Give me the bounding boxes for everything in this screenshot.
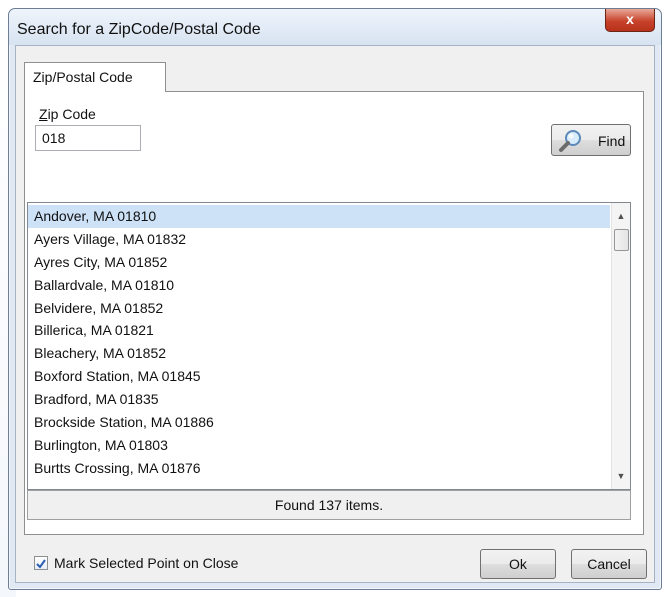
vertical-scrollbar[interactable]: ▲ ▼ (611, 203, 630, 489)
list-item[interactable]: Burtts Crossing, MA 01876 (28, 457, 610, 480)
list-item[interactable]: Ayres City, MA 01852 (28, 251, 610, 274)
list-item[interactable]: Belvidere, MA 01852 (28, 297, 610, 320)
list-item[interactable]: Bradford, MA 01835 (28, 388, 610, 411)
cancel-button[interactable]: Cancel (571, 549, 647, 579)
ok-button[interactable]: Ok (480, 549, 556, 579)
list-item[interactable]: Andover, MA 01810 (28, 205, 610, 228)
list-item[interactable]: Billerica, MA 01821 (28, 319, 610, 342)
magnifier-icon (558, 129, 584, 156)
list-item[interactable]: Boxford Station, MA 01845 (28, 365, 610, 388)
close-icon: x (626, 11, 634, 27)
dialog-client-area: Zip/Postal Code Zip Code Find Andover, M… (15, 45, 655, 583)
checkmark-icon (36, 559, 46, 569)
results-status: Found 137 items. (27, 490, 631, 520)
mark-selected-label: Mark Selected Point on Close (54, 555, 239, 571)
find-button[interactable]: Find (551, 124, 631, 156)
mark-selected-checkbox[interactable] (34, 556, 48, 570)
scroll-thumb[interactable] (614, 229, 629, 251)
list-item[interactable]: Brockside Station, MA 01886 (28, 411, 610, 434)
zip-code-input[interactable] (35, 125, 141, 151)
results-list: Andover, MA 01810 Ayers Village, MA 0183… (28, 205, 610, 480)
scroll-down-icon[interactable]: ▼ (612, 467, 630, 485)
zip-tab-panel: Zip Code Find Andover, MA 01810 Ayers Vi… (24, 91, 644, 535)
list-item[interactable]: Burlington, MA 01803 (28, 434, 610, 457)
tab-label: Zip/Postal Code (33, 69, 133, 85)
title-bar: Search for a ZipCode/Postal Code x (9, 9, 661, 45)
list-item[interactable]: Bleachery, MA 01852 (28, 342, 610, 365)
list-item[interactable]: Ballardvale, MA 01810 (28, 274, 610, 297)
tab-zip-postal-code[interactable]: Zip/Postal Code (24, 62, 166, 92)
results-listbox[interactable]: Andover, MA 01810 Ayers Village, MA 0183… (27, 202, 631, 490)
list-item[interactable]: Ayers Village, MA 01832 (28, 228, 610, 251)
search-zip-dialog: Search for a ZipCode/Postal Code x Zip/P… (8, 8, 662, 590)
zip-code-label: Zip Code (39, 106, 96, 122)
close-button[interactable]: x (605, 9, 655, 32)
find-button-label: Find (598, 133, 626, 149)
scroll-up-icon[interactable]: ▲ (612, 207, 630, 225)
window-title: Search for a ZipCode/Postal Code (17, 21, 261, 38)
